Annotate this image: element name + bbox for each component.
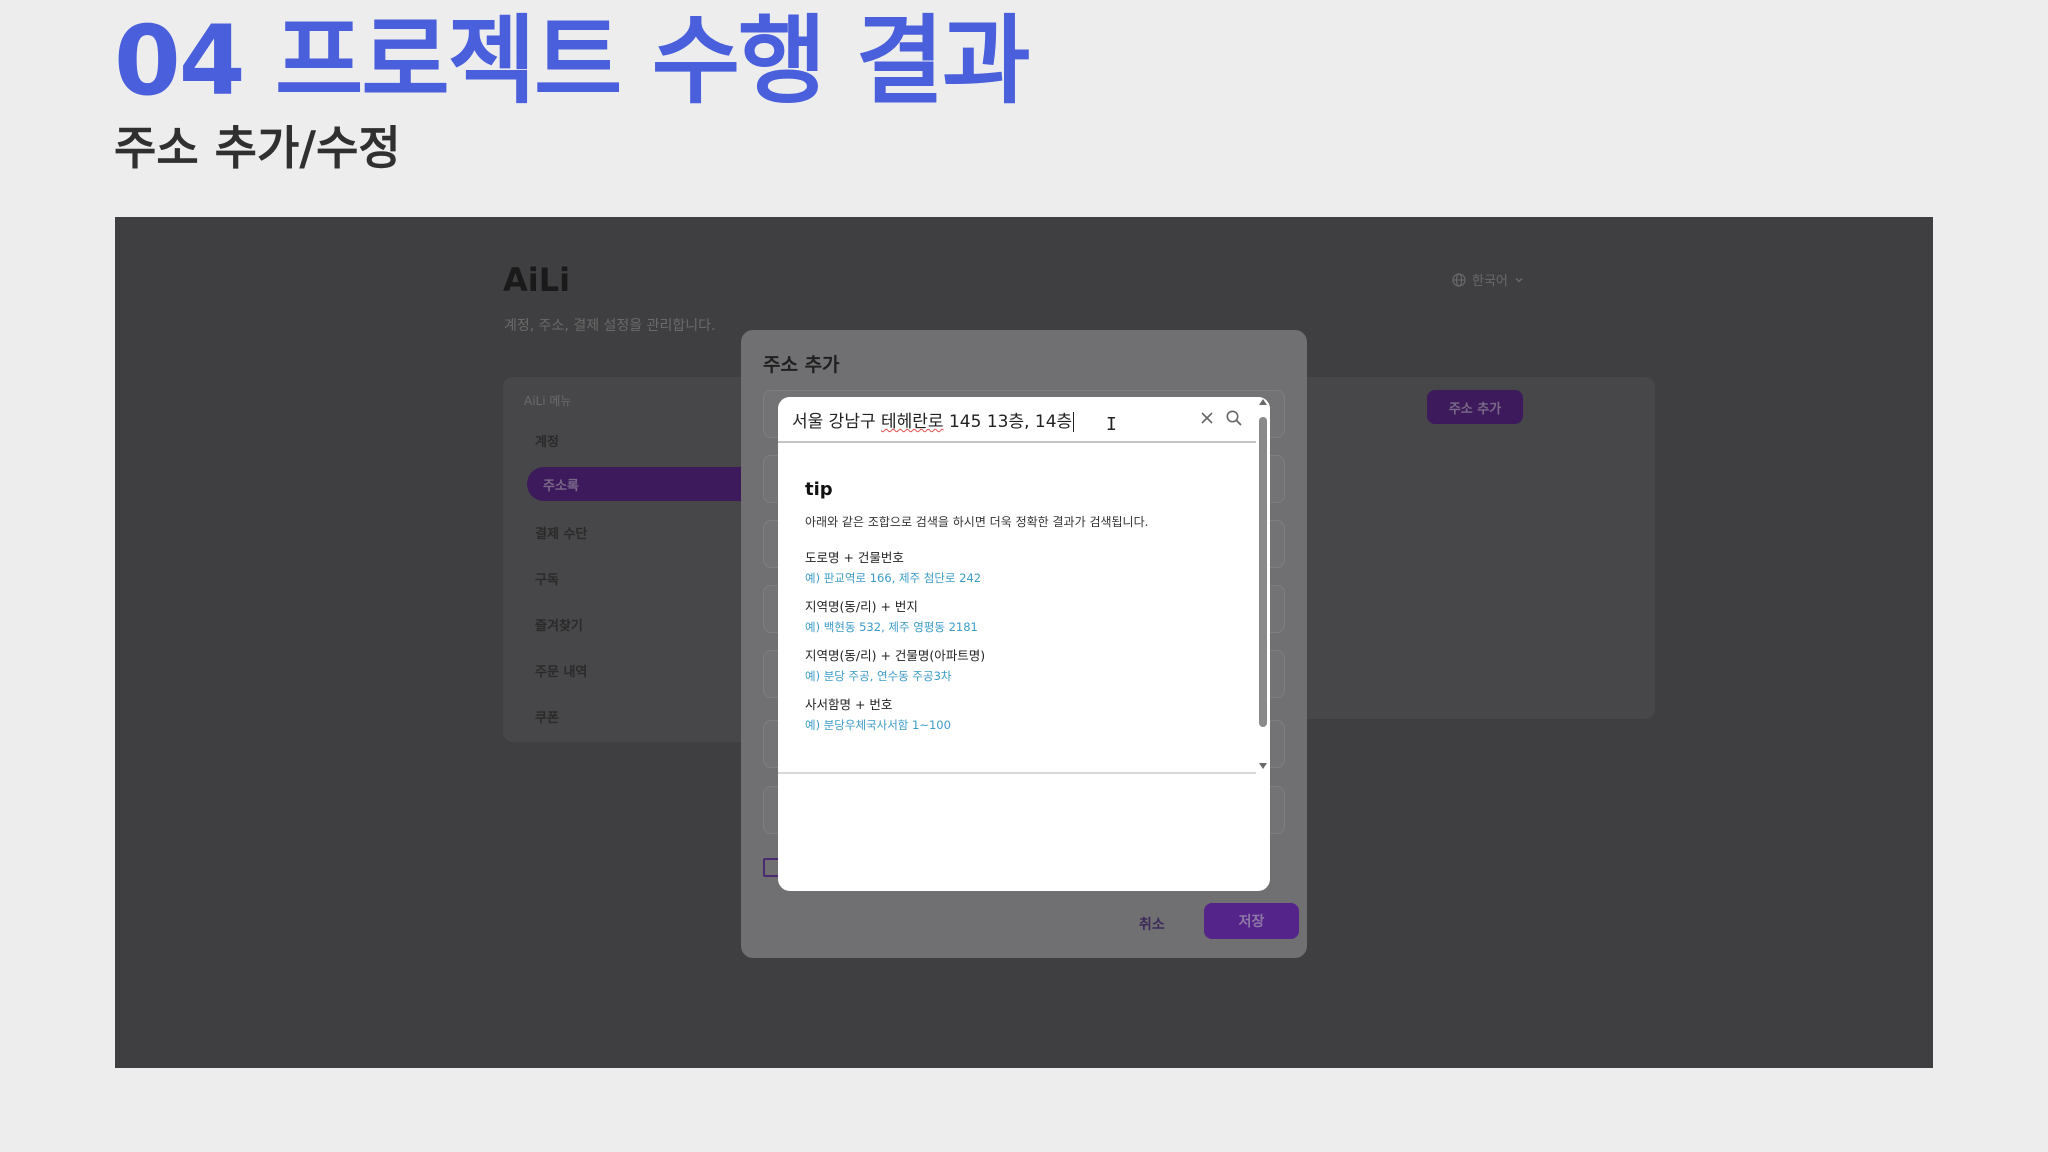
- tip-title: tip: [805, 479, 833, 500]
- address-search-popup: 서울 강남구 테헤란로 145 13층, 14층 I tip 아래와 같은 조합…: [778, 397, 1270, 891]
- globe-icon: [1452, 272, 1466, 287]
- save-button[interactable]: 저장: [1204, 903, 1299, 939]
- search-input[interactable]: 서울 강남구 테헤란로 145 13층, 14층: [792, 407, 1075, 432]
- address-search-bar[interactable]: 서울 강남구 테헤란로 145 13층, 14층 I: [778, 397, 1256, 443]
- tip-item-title: 도로명 + 건물번호: [805, 550, 904, 565]
- language-selector[interactable]: 한국어: [1452, 270, 1524, 289]
- search-icon[interactable]: [1225, 409, 1243, 427]
- popup-scrollbar[interactable]: [1256, 397, 1270, 772]
- language-label: 한국어: [1472, 274, 1508, 289]
- scroll-up-arrow-icon[interactable]: [1259, 399, 1267, 405]
- ibeam-cursor-icon: I: [1106, 414, 1117, 435]
- app-brand: AiLi: [503, 261, 571, 299]
- tip-item-title: 지역명(동/리) + 건물명(아파트명): [805, 648, 986, 663]
- tip-item-example: 예) 백현동 532, 제주 영평동 2181: [805, 620, 978, 634]
- sidebar-item-favorites[interactable]: 즐겨찾기: [535, 615, 583, 634]
- tip-item-title: 사서함명 + 번호: [805, 697, 893, 712]
- add-address-button[interactable]: 주소 추가: [1427, 390, 1523, 424]
- scroll-thumb[interactable]: [1259, 417, 1267, 727]
- chevron-down-icon: [1515, 277, 1523, 282]
- app-screenshot: AiLi 계정, 주소, 결제 설정을 관리합니다. 한국어 AiLi 메뉴 계…: [115, 217, 1933, 1068]
- scroll-down-arrow-icon[interactable]: [1259, 763, 1267, 769]
- sidebar-item-account[interactable]: 계정: [535, 431, 559, 450]
- sidebar-item-coupons[interactable]: 쿠폰: [535, 707, 559, 726]
- tip-description: 아래와 같은 조합으로 검색을 하시면 더욱 정확한 결과가 검색됩니다.: [805, 515, 1149, 529]
- content-card: [1295, 377, 1655, 719]
- cancel-button[interactable]: 취소: [1139, 914, 1165, 934]
- sidebar-item-subscription[interactable]: 구독: [535, 569, 559, 588]
- sidebar-item-orders[interactable]: 주문 내역: [535, 661, 587, 680]
- sidebar-item-label: 주소록: [543, 479, 579, 494]
- search-query-misspelled: 테헤란로: [881, 412, 944, 432]
- tip-item-title: 지역명(동/리) + 번지: [805, 599, 918, 614]
- sidebar-item-address-book[interactable]: 주소록: [527, 467, 772, 501]
- tip-item-example: 예) 분당 주공, 연수동 주공3차: [805, 669, 952, 683]
- tip-item-example: 예) 판교역로 166, 제주 첨단로 242: [805, 571, 982, 585]
- slide-subtitle: 주소 추가/수정: [114, 121, 401, 175]
- slide-title: 04 프로젝트 수행 결과: [114, 5, 1030, 117]
- app-description: 계정, 주소, 결제 설정을 관리합니다.: [504, 318, 716, 334]
- sidebar-heading: AiLi 메뉴: [524, 394, 572, 408]
- text-caret: [1073, 412, 1075, 432]
- close-icon[interactable]: [1199, 410, 1215, 426]
- tip-item-example: 예) 분당우체국사서함 1~100: [805, 718, 951, 732]
- search-query-suffix: 145 13층, 14층: [943, 412, 1073, 432]
- modal-title: 주소 추가: [763, 354, 840, 376]
- search-query-prefix: 서울 강남구: [792, 412, 882, 432]
- popup-divider: [778, 772, 1256, 774]
- sidebar-item-payment[interactable]: 결제 수단: [535, 523, 587, 542]
